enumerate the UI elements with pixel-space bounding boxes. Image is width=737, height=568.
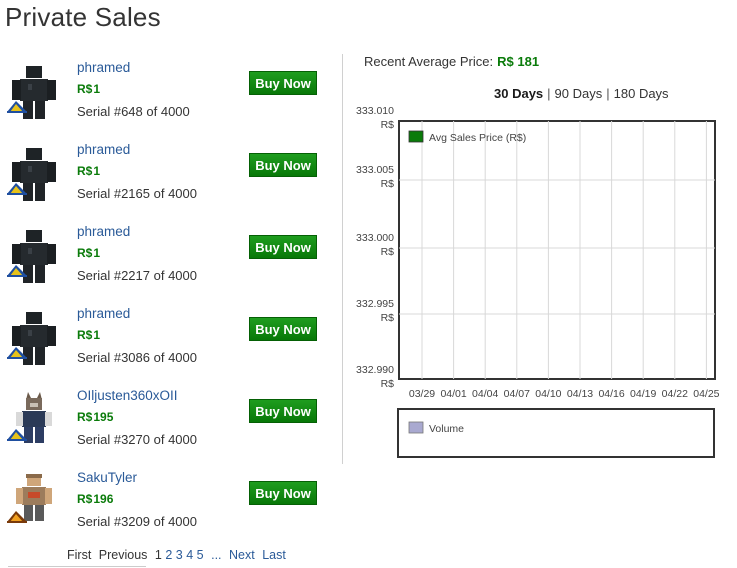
pager-next[interactable]: Next	[229, 548, 255, 562]
x-tick-label: 03/29	[409, 388, 435, 400]
range-180-days[interactable]: 180 Days	[614, 86, 669, 101]
outrageous-builders-club-icon	[6, 508, 28, 524]
buy-now-button[interactable]: Buy Now	[249, 71, 317, 95]
robux-icon: R$	[77, 328, 93, 342]
serial-number: Serial #3086 of 4000	[77, 350, 197, 365]
pagination: First Previous 1 2 3 4 5 ... Next Last	[67, 548, 290, 562]
serial-number: Serial #2165 of 4000	[77, 186, 197, 201]
serial-number: Serial #3209 of 4000	[77, 514, 197, 529]
y-tick-label: 333.005	[356, 164, 394, 176]
serial-number: Serial #2217 of 4000	[77, 268, 197, 283]
seller-name-link[interactable]: SakuTyler	[77, 470, 137, 485]
y-tick-unit: R$	[381, 119, 395, 131]
pager-page-2[interactable]: 2	[165, 548, 172, 562]
sale-row: phramed R$1 Serial #2217 of 4000 Buy Now	[0, 224, 330, 306]
seller-name-link[interactable]: OIljusten360xOII	[77, 388, 178, 403]
x-tick-label: 04/10	[535, 388, 561, 400]
pager-ellipsis[interactable]: ...	[211, 548, 221, 562]
pager-page-5[interactable]: 5	[197, 548, 204, 562]
x-tick-label: 04/07	[504, 388, 530, 400]
builders-club-icon	[6, 180, 28, 196]
divider-line	[8, 566, 146, 567]
builders-club-icon	[6, 344, 28, 360]
x-tick-label: 04/13	[567, 388, 593, 400]
sale-row: OIljusten360xOII R$195 Serial #3270 of 400…	[0, 388, 330, 470]
range-separator: |	[606, 86, 610, 101]
x-tick-label: 04/25	[693, 388, 719, 400]
legend-swatch	[408, 130, 424, 143]
buy-now-button[interactable]: Buy Now	[249, 235, 317, 259]
recent-average-price: Recent Average Price: R$ 181	[364, 54, 539, 69]
seller-name-link[interactable]: phramed	[77, 142, 130, 157]
robux-icon: R$	[77, 164, 93, 178]
x-tick-label: 04/04	[472, 388, 498, 400]
x-tick-label: 04/16	[598, 388, 624, 400]
recent-average-value: R$ 181	[497, 54, 540, 69]
seller-name-link[interactable]: phramed	[77, 224, 130, 239]
robux-icon: R$	[77, 410, 93, 424]
y-tick-unit: R$	[381, 378, 395, 390]
pager-page-4[interactable]: 4	[186, 548, 193, 562]
recent-average-label: Recent Average Price:	[364, 54, 494, 69]
y-tick-unit: R$	[381, 312, 395, 324]
seller-name-link[interactable]: phramed	[77, 306, 130, 321]
legend-label-volume: Volume	[429, 423, 464, 435]
sale-row: phramed R$1 Serial #3086 of 4000 Buy Now	[0, 306, 330, 388]
y-tick-label: 333.000	[356, 232, 394, 244]
sale-price: R$1	[77, 246, 101, 260]
robux-icon: R$	[77, 246, 93, 260]
sale-row: SakuTyler R$196 Serial #3209 of 4000 Buy No…	[0, 470, 330, 552]
y-tick-unit: R$	[381, 246, 395, 258]
range-90-days[interactable]: 90 Days	[555, 86, 603, 101]
robux-icon: R$	[77, 82, 93, 96]
buy-now-button[interactable]: Buy Now	[249, 317, 317, 341]
buy-now-button[interactable]: Buy Now	[249, 481, 317, 505]
pager-previous: Previous	[98, 548, 148, 562]
x-tick-label: 04/22	[662, 388, 688, 400]
builders-club-icon	[6, 98, 28, 114]
sale-price: R$195	[77, 410, 114, 424]
sale-price: R$1	[77, 82, 101, 96]
sale-row: phramed R$1 Serial #2165 of 4000 Buy Now	[0, 142, 330, 224]
y-tick-label: 333.010	[356, 105, 394, 117]
range-30-days[interactable]: 30 Days	[494, 86, 543, 101]
pager-first: First	[67, 548, 92, 562]
time-range-selector: 30 Days | 90 Days | 180 Days	[494, 86, 669, 101]
sale-row: phramed R$1 Serial #648 of 4000 Buy Now	[0, 60, 330, 142]
x-tick-label: 04/19	[630, 388, 656, 400]
seller-name-link[interactable]: phramed	[77, 60, 130, 75]
range-separator: |	[547, 86, 551, 101]
price-chart: 333.010 R$ 333.005 R$ 333.000 R$ 332.995 R$ 332.…	[356, 105, 720, 458]
builders-club-icon	[6, 262, 28, 278]
pager-last[interactable]: Last	[262, 548, 286, 562]
buy-now-button[interactable]: Buy Now	[249, 153, 317, 177]
plot-frame	[398, 120, 716, 380]
page-title: Private Sales	[5, 2, 161, 32]
serial-number: Serial #3270 of 4000	[77, 432, 197, 447]
legend-label: Avg Sales Price (R$)	[429, 132, 526, 144]
pager-page-1: 1	[154, 548, 162, 562]
legend-swatch-volume	[408, 421, 424, 434]
sale-price: R$1	[77, 328, 101, 342]
x-tick-label: 04/01	[440, 388, 466, 400]
robux-icon: R$	[77, 492, 93, 506]
y-tick-unit: R$	[381, 178, 395, 190]
sale-price: R$1	[77, 164, 101, 178]
y-tick-label: 332.990	[356, 364, 394, 376]
serial-number: Serial #648 of 4000	[77, 104, 190, 119]
y-tick-label: 332.995	[356, 298, 394, 310]
pager-page-3[interactable]: 3	[176, 548, 183, 562]
builders-club-icon	[6, 426, 28, 442]
sale-price: R$196	[77, 492, 114, 506]
buy-now-button[interactable]: Buy Now	[249, 399, 317, 423]
